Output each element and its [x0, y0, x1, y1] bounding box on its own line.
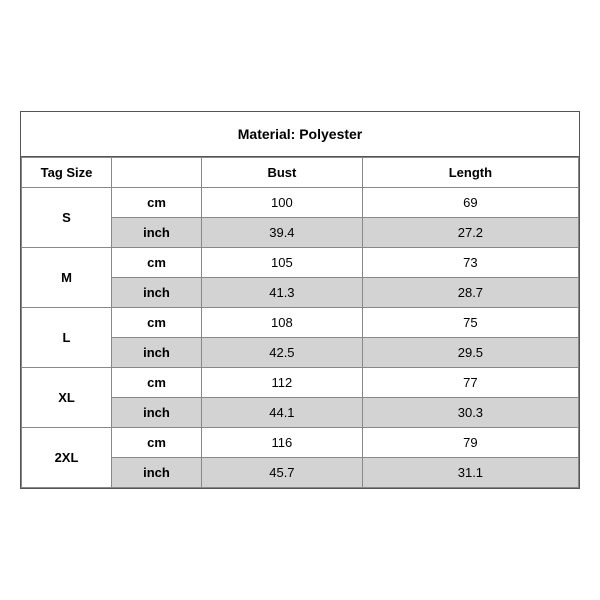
length-inch: 30.3 [362, 398, 578, 428]
bust-inch: 39.4 [202, 218, 363, 248]
size-cell: M [22, 248, 112, 308]
size-cell: S [22, 188, 112, 248]
size-cell: 2XL [22, 428, 112, 488]
table-row: Mcm10573 [22, 248, 579, 278]
bust-cm: 108 [202, 308, 363, 338]
unit-cell-cm: cm [112, 188, 202, 218]
bust-cm: 112 [202, 368, 363, 398]
unit-cell-cm: cm [112, 428, 202, 458]
unit-cell-inch: inch [112, 398, 202, 428]
size-chart-container: Material: Polyester Tag Size Bust Length… [20, 111, 580, 489]
bust-inch: 45.7 [202, 458, 363, 488]
unit-cell-cm: cm [112, 308, 202, 338]
size-cell: XL [22, 368, 112, 428]
chart-title: Material: Polyester [21, 112, 579, 157]
size-table: Tag Size Bust Length Scm10069inch39.427.… [21, 157, 579, 488]
size-cell: L [22, 308, 112, 368]
bust-inch: 44.1 [202, 398, 363, 428]
unit-cell-inch: inch [112, 338, 202, 368]
bust-cm: 105 [202, 248, 363, 278]
col-header-unit [112, 158, 202, 188]
col-header-length: Length [362, 158, 578, 188]
unit-cell-inch: inch [112, 458, 202, 488]
table-row: 2XLcm11679 [22, 428, 579, 458]
length-inch: 31.1 [362, 458, 578, 488]
length-inch: 27.2 [362, 218, 578, 248]
bust-inch: 41.3 [202, 278, 363, 308]
length-cm: 75 [362, 308, 578, 338]
col-header-tag-size: Tag Size [22, 158, 112, 188]
unit-cell-inch: inch [112, 278, 202, 308]
unit-cell-inch: inch [112, 218, 202, 248]
length-cm: 73 [362, 248, 578, 278]
length-inch: 28.7 [362, 278, 578, 308]
table-row: XLcm11277 [22, 368, 579, 398]
table-row: Lcm10875 [22, 308, 579, 338]
unit-cell-cm: cm [112, 368, 202, 398]
length-cm: 77 [362, 368, 578, 398]
bust-inch: 42.5 [202, 338, 363, 368]
bust-cm: 100 [202, 188, 363, 218]
table-row: Scm10069 [22, 188, 579, 218]
length-inch: 29.5 [362, 338, 578, 368]
col-header-bust: Bust [202, 158, 363, 188]
length-cm: 69 [362, 188, 578, 218]
bust-cm: 116 [202, 428, 363, 458]
length-cm: 79 [362, 428, 578, 458]
unit-cell-cm: cm [112, 248, 202, 278]
